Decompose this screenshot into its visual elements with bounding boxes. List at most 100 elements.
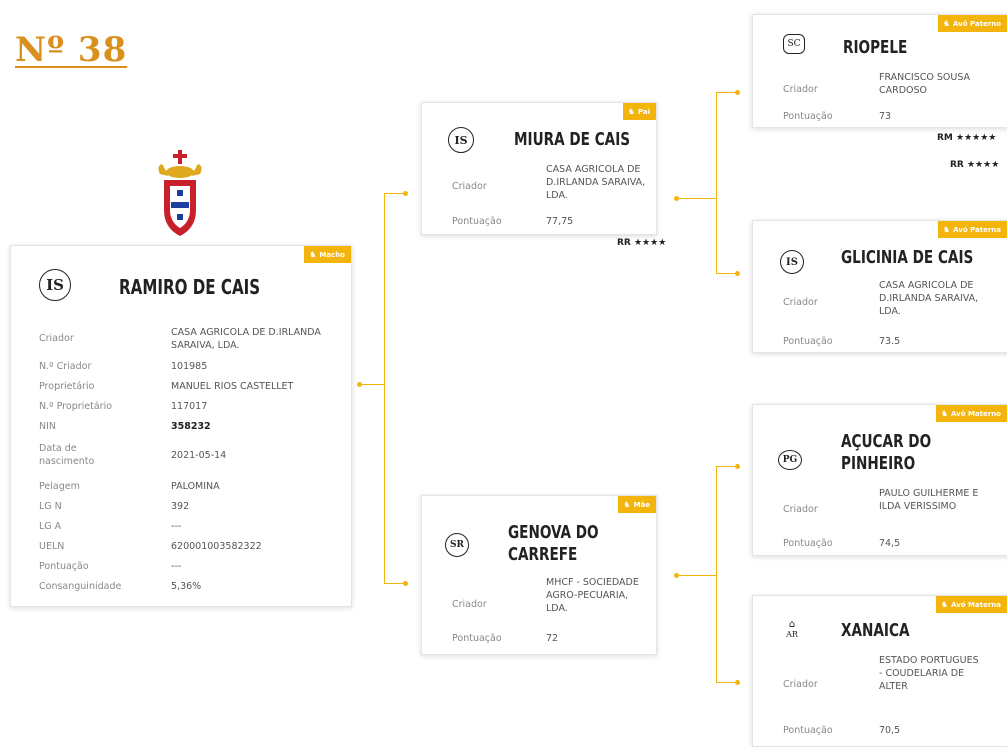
field-label: LG A xyxy=(39,521,62,532)
breeder-logo-icon: SR xyxy=(442,530,472,560)
criador-value: PAULO GUILHERME E ILDA VERISSIMO xyxy=(879,488,979,512)
breeder-logo-icon: ⌂ AR xyxy=(786,618,798,639)
paternal-granddam-card: ♞ Avó Paterna IS GLICINIA DE CAIS Criador… xyxy=(752,220,1007,353)
pontuacao-value: 73 xyxy=(879,111,892,122)
grandparent-badge: ♞ Avó Paterna xyxy=(937,221,1007,238)
criador-value: ESTADO PORTUGUES - COUDELARIA DE ALTER xyxy=(879,655,979,692)
field-value: 5,36% xyxy=(171,581,202,592)
grandsire-grade-rm: RM ★★★★★ xyxy=(937,133,997,143)
grandsire-grade-rr: RR ★★★★ xyxy=(950,160,1000,170)
pontuacao-label: Pontuação xyxy=(783,336,833,347)
field-value: 101985 xyxy=(171,361,208,372)
pontuacao-value: 74,5 xyxy=(879,538,901,549)
pontuacao-value: 70,5 xyxy=(879,725,901,736)
field-label: LG N xyxy=(39,501,62,512)
connector-dot xyxy=(735,464,740,469)
main-horse-card: ♞ Macho IS RAMIRO DE CAIS Criador CASA AG… xyxy=(10,245,352,607)
field-label: N.º Proprietário xyxy=(39,401,113,412)
horse-name: RAMIRO DE CAIS xyxy=(119,275,261,299)
horse-name: AÇUCAR DO PINHEIRO xyxy=(841,431,932,474)
horse-name: GLICINIA DE CAIS xyxy=(841,247,974,268)
grandparent-badge: ♞ Avô Materno xyxy=(935,405,1007,422)
pontuacao-label: Pontuação xyxy=(452,216,502,227)
horse-name: GENOVA DO CARREFE xyxy=(508,522,599,565)
field-value: --- xyxy=(171,561,182,572)
criador-label: Criador xyxy=(783,84,818,95)
sire-card: ♞ Pai IS MIURA DE CAIS Criador CASA AGRIC… xyxy=(421,102,657,235)
connector-line xyxy=(679,575,716,576)
pontuacao-label: Pontuação xyxy=(783,111,833,122)
field-label: Criador xyxy=(39,333,74,344)
pontuacao-value: 77,75 xyxy=(546,216,574,227)
criador-value: CASA AGRICOLA DE D.IRLANDA SARAIVA, LDA. xyxy=(879,280,979,317)
breeder-logo-icon: IS xyxy=(446,125,476,155)
horse-icon: ♞ xyxy=(940,409,948,418)
field-value: 117017 xyxy=(171,401,208,412)
criador-label: Criador xyxy=(783,504,818,515)
breeder-logo-icon: IS xyxy=(38,268,72,302)
field-value: 620001003582322 xyxy=(171,541,262,552)
breeder-logo-icon: SC xyxy=(779,31,809,57)
field-value: 358232 xyxy=(171,421,211,432)
field-value: CASA AGRICOLA DE D.IRLANDA SARAIVA, LDA. xyxy=(171,327,321,351)
connector-dot xyxy=(403,581,408,586)
field-value: 2021-05-14 xyxy=(171,450,227,461)
sire-grade: RR ★★★★ xyxy=(617,238,667,248)
horse-name: MIURA DE CAIS xyxy=(514,129,631,150)
pontuacao-value: 72 xyxy=(546,633,559,644)
grandparent-badge: ♞ Avó Materna xyxy=(935,596,1007,613)
gender-badge: ♞ Macho xyxy=(304,246,351,263)
maternal-granddam-card: ♞ Avó Materna ⌂ AR XANAICA Criador ESTADO… xyxy=(752,595,1007,747)
connector-dot xyxy=(735,90,740,95)
horse-name: XANAICA xyxy=(841,620,910,641)
dam-badge: ♞ Mãe xyxy=(618,496,656,513)
breeder-logo-icon: IS xyxy=(777,247,807,277)
horse-icon: ♞ xyxy=(309,250,317,259)
maternal-grandsire-card: ♞ Avô Materno PG AÇUCAR DO PINHEIRO Criad… xyxy=(752,404,1007,556)
horse-icon: ♞ xyxy=(940,600,949,609)
connector-line xyxy=(716,92,717,273)
criador-label: Criador xyxy=(452,181,487,192)
connector-dot xyxy=(403,191,408,196)
criador-label: Criador xyxy=(452,599,487,610)
horse-icon: ♞ xyxy=(627,107,635,116)
field-label: Proprietário xyxy=(39,381,95,392)
pontuacao-value: 73.5 xyxy=(879,336,901,347)
connector-line xyxy=(679,198,716,199)
field-value: MANUEL RIOS CASTELLET xyxy=(171,381,294,392)
horse-icon: ♞ xyxy=(942,19,951,28)
connector-line xyxy=(716,466,717,682)
pontuacao-label: Pontuação xyxy=(783,725,833,736)
criador-value: MHCF - SOCIEDADE AGRO-PECUARIA, LDA. xyxy=(546,577,639,614)
page-title: Nº 38 xyxy=(15,30,128,70)
field-label: NIN xyxy=(39,421,57,432)
sire-badge: ♞ Pai xyxy=(622,103,656,120)
criador-value: CASA AGRICOLA DE D.IRLANDA SARAIVA, LDA. xyxy=(546,164,646,201)
field-value: 392 xyxy=(171,501,190,512)
horse-icon: ♞ xyxy=(942,225,951,234)
criador-label: Criador xyxy=(783,297,818,308)
pontuacao-label: Pontuação xyxy=(452,633,502,644)
connector-line xyxy=(384,193,385,584)
horse-name: RIOPELE xyxy=(843,37,908,58)
breeder-logo-icon: PG xyxy=(775,445,805,475)
pontuacao-label: Pontuação xyxy=(783,538,833,549)
paternal-grandsire-card: ♞ Avô Paterno SC RIOPELE Criador FRANCISC… xyxy=(752,14,1007,128)
field-label: N.º Criador xyxy=(39,361,92,372)
criador-label: Criador xyxy=(783,679,818,690)
field-label: Pelagem xyxy=(39,481,80,492)
field-value: PALOMINA xyxy=(171,481,220,492)
criador-value: FRANCISCO SOUSA CARDOSO xyxy=(879,72,971,96)
coat-of-arms-icon xyxy=(152,150,208,240)
field-label: Consanguinidade xyxy=(39,581,122,592)
field-label: UELN xyxy=(39,541,65,552)
field-label: Data de nascimento xyxy=(39,443,95,467)
connector-dot xyxy=(735,271,740,276)
connector-line xyxy=(362,384,384,385)
field-value: --- xyxy=(171,521,182,532)
grandparent-badge: ♞ Avô Paterno xyxy=(937,15,1007,32)
dam-card: ♞ Mãe SR GENOVA DO CARREFE Criador MHCF -… xyxy=(421,495,657,655)
connector-dot xyxy=(735,680,740,685)
field-label: Pontuação xyxy=(39,561,89,572)
horse-icon: ♞ xyxy=(623,500,631,509)
